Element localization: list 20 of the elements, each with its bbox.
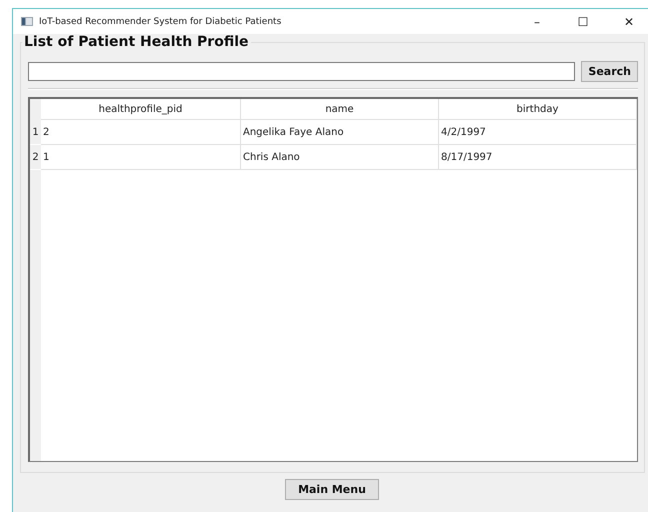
- close-button[interactable]: ✕: [606, 9, 648, 34]
- column-header[interactable]: name: [241, 99, 439, 120]
- table-cell: 1: [41, 145, 241, 170]
- maximize-button[interactable]: ☐: [560, 9, 606, 34]
- table-cell: 4/2/1997: [439, 120, 637, 145]
- main-menu-button[interactable]: Main Menu: [285, 479, 379, 500]
- row-header[interactable]: 2: [30, 145, 41, 169]
- window-title: IoT-based Recommender System for Diabetic Patients: [39, 16, 282, 26]
- table-cell: Chris Alano: [241, 145, 439, 170]
- column-header[interactable]: birthday: [439, 99, 637, 120]
- search-field[interactable]: [28, 62, 576, 81]
- window-icon: [21, 17, 33, 26]
- column-header[interactable]: healthprofile_pid: [41, 99, 241, 120]
- search-button[interactable]: Search: [581, 61, 638, 82]
- table-cell: 2: [41, 120, 241, 145]
- table-corner: [30, 99, 41, 120]
- minimize-button[interactable]: –: [514, 9, 560, 34]
- table-cell: 8/17/1997: [439, 145, 637, 170]
- row-header[interactable]: 1: [30, 120, 41, 144]
- table-cell: Angelika Faye Alano: [241, 120, 439, 145]
